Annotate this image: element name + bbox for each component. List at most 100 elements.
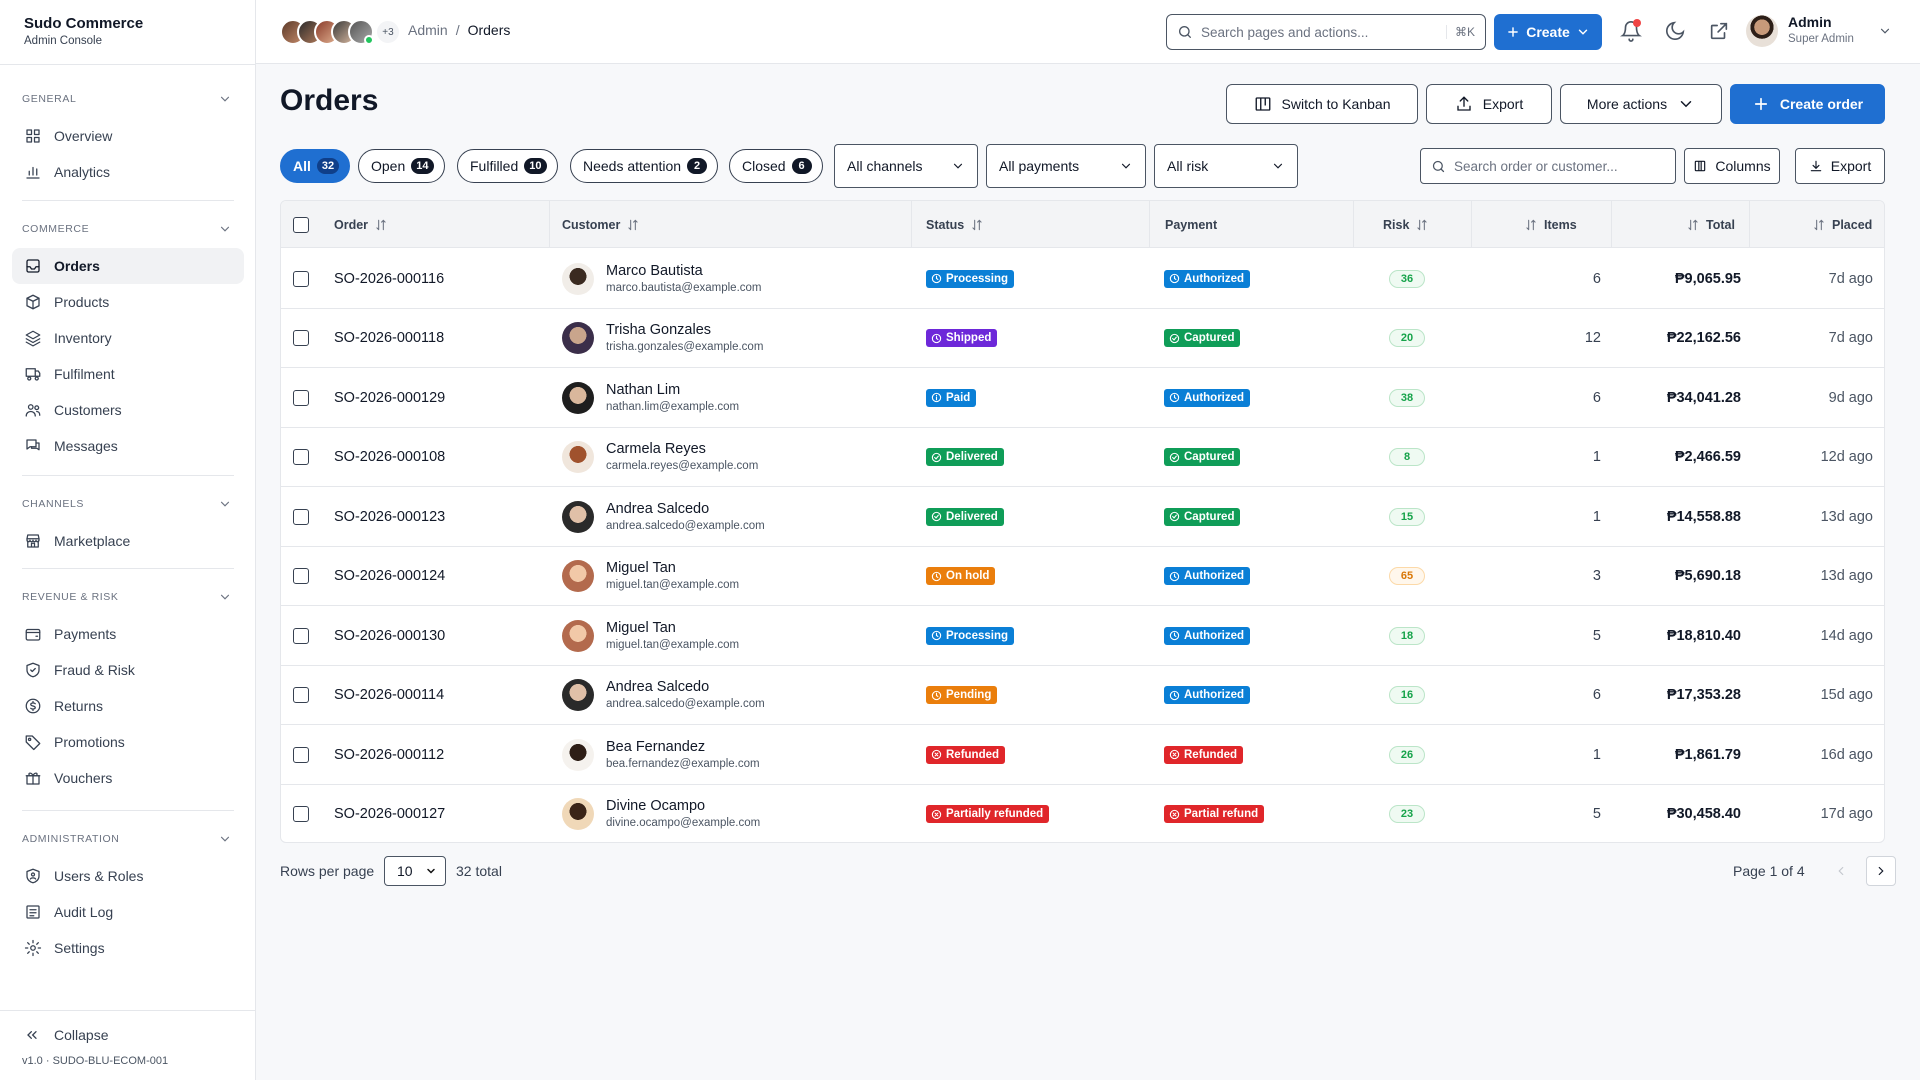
order-search-input[interactable] (1454, 158, 1665, 174)
sidebar-item-customers[interactable]: Customers (12, 392, 244, 428)
notifications-button[interactable] (1620, 19, 1642, 42)
sidebar-item-settings[interactable]: Settings (12, 930, 244, 966)
column-items[interactable]: Items (1524, 201, 1577, 248)
row-checkbox[interactable] (293, 508, 309, 525)
section-header[interactable]: CHANNELS (0, 485, 256, 523)
sidebar-item-promotions[interactable]: Promotions (12, 724, 244, 760)
row-checkbox[interactable] (293, 330, 309, 346)
column-customer[interactable]: Customer (562, 201, 640, 248)
order-id[interactable]: SO-2026-000116 (334, 271, 444, 287)
table-row[interactable]: SO-2026-000114 Andrea Salcedo andrea.salce… (281, 666, 1884, 725)
sidebar-item-audit-log[interactable]: Audit Log (12, 894, 244, 930)
filter-tab-fulfilled[interactable]: Fulfilled 10 (457, 149, 558, 183)
order-id[interactable]: SO-2026-000130 (334, 628, 445, 644)
row-checkbox[interactable] (293, 627, 309, 644)
global-search-input[interactable] (1201, 24, 1446, 40)
row-checkbox[interactable] (293, 389, 309, 406)
table-row[interactable]: SO-2026-000118 Trisha Gonzales trisha.gonz… (281, 309, 1884, 368)
order-id[interactable]: SO-2026-000127 (334, 806, 445, 822)
theme-toggle[interactable] (1664, 20, 1686, 42)
prev-page-button[interactable] (1826, 856, 1856, 886)
filter-tab-closed[interactable]: Closed 6 (729, 149, 823, 183)
order-id[interactable]: SO-2026-000123 (334, 509, 445, 525)
column-order[interactable]: Order (334, 201, 388, 248)
order-id[interactable]: SO-2026-000129 (334, 390, 445, 406)
customer[interactable]: Carmela Reyes carmela.reyes@example.com (562, 440, 758, 474)
risk-filter[interactable]: All risk (1154, 144, 1298, 188)
breadcrumb-admin[interactable]: Admin (408, 22, 448, 38)
sidebar-item-orders[interactable]: Orders (12, 248, 244, 284)
sidebar-item-overview[interactable]: Overview (12, 118, 244, 154)
customer[interactable]: Andrea Salcedo andrea.salcedo@example.com (562, 678, 765, 712)
table-row[interactable]: SO-2026-000108 Carmela Reyes carmela.reyes… (281, 428, 1884, 487)
customer[interactable]: Bea Fernandez bea.fernandez@example.com (562, 738, 760, 772)
order-id[interactable]: SO-2026-000124 (334, 568, 445, 584)
sidebar-item-fulfilment[interactable]: Fulfilment (12, 356, 244, 392)
channels-filter[interactable]: All channels (834, 144, 978, 188)
row-checkbox[interactable] (293, 449, 309, 465)
table-row[interactable]: SO-2026-000124 Miguel Tan miguel.tan@examp… (281, 547, 1884, 606)
customer[interactable]: Miguel Tan miguel.tan@example.com (562, 559, 739, 593)
row-checkbox[interactable] (293, 270, 309, 287)
table-row[interactable]: SO-2026-000130 Miguel Tan miguel.tan@examp… (281, 606, 1884, 666)
order-id[interactable]: SO-2026-000118 (334, 330, 444, 346)
order-id[interactable]: SO-2026-000112 (334, 747, 444, 763)
switch-to-kanban-button[interactable]: Switch to Kanban (1226, 84, 1418, 124)
section-header[interactable]: ADMINISTRATION (0, 820, 256, 858)
sidebar-item-returns[interactable]: Returns (12, 688, 244, 724)
table-row[interactable]: SO-2026-000129 Nathan Lim nathan.lim@examp… (281, 368, 1884, 428)
sidebar-item-messages[interactable]: Messages (12, 428, 244, 464)
row-checkbox[interactable] (293, 568, 309, 584)
open-external-button[interactable] (1708, 20, 1730, 42)
box-icon (26, 294, 40, 310)
table-row[interactable]: SO-2026-000127 Divine Ocampo divine.ocampo… (281, 785, 1884, 843)
global-search[interactable]: ⌘K (1166, 14, 1486, 50)
column-placed[interactable]: Placed (1812, 201, 1872, 248)
sidebar-item-analytics[interactable]: Analytics (12, 154, 244, 190)
payments-filter[interactable]: All payments (986, 144, 1146, 188)
table-row[interactable]: SO-2026-000123 Andrea Salcedo andrea.salce… (281, 487, 1884, 547)
table-row[interactable]: SO-2026-000116 Marco Bautista marco.bautis… (281, 249, 1884, 309)
customer[interactable]: Andrea Salcedo andrea.salcedo@example.com (562, 500, 765, 534)
order-id[interactable]: SO-2026-000108 (334, 449, 445, 465)
column-risk[interactable]: Risk (1383, 201, 1429, 248)
rows-per-page-select[interactable]: 10 (384, 856, 446, 886)
customer[interactable]: Nathan Lim nathan.lim@example.com (562, 381, 739, 415)
sidebar-item-inventory[interactable]: Inventory (12, 320, 244, 356)
sidebar-item-products[interactable]: Products (12, 284, 244, 320)
filter-tab-needs-attention[interactable]: Needs attention 2 (570, 149, 719, 183)
next-page-button[interactable] (1866, 856, 1896, 886)
select-all-checkbox[interactable] (293, 216, 309, 233)
collapse-button[interactable]: Collapse (0, 1025, 256, 1045)
sidebar-item-users-roles[interactable]: Users & Roles (12, 858, 244, 894)
order-id[interactable]: SO-2026-000114 (334, 687, 444, 703)
create-button[interactable]: Create (1494, 14, 1602, 50)
presence-avatars[interactable]: +3 (280, 19, 401, 45)
sidebar-item-vouchers[interactable]: Vouchers (12, 760, 244, 796)
table-export-button[interactable]: Export (1795, 148, 1885, 184)
section-header[interactable]: GENERAL (0, 80, 256, 118)
section-header[interactable]: REVENUE & RISK (0, 578, 256, 616)
sidebar-item-marketplace[interactable]: Marketplace (12, 523, 244, 559)
filter-tab-open[interactable]: Open 14 (358, 149, 445, 183)
row-checkbox[interactable] (293, 806, 309, 822)
column-total[interactable]: Total (1686, 201, 1735, 248)
export-button[interactable]: Export (1426, 84, 1552, 124)
columns-button[interactable]: Columns (1684, 148, 1780, 184)
sidebar-item-fraud-risk[interactable]: Fraud & Risk (12, 652, 244, 688)
user-menu[interactable]: Admin Super Admin (1746, 14, 1892, 47)
filter-tab-all[interactable]: All 32 (280, 149, 351, 183)
section-header[interactable]: COMMERCE (0, 210, 256, 248)
more-actions-button[interactable]: More actions (1560, 84, 1722, 124)
sidebar-item-payments[interactable]: Payments (12, 616, 244, 652)
customer[interactable]: Trisha Gonzales trisha.gonzales@example.c… (562, 321, 763, 355)
table-row[interactable]: SO-2026-000112 Bea Fernandez bea.fernandez… (281, 725, 1884, 785)
order-search[interactable] (1420, 148, 1676, 184)
column-status[interactable]: Status (926, 201, 984, 248)
create-order-button[interactable]: Create order (1730, 84, 1885, 124)
customer[interactable]: Miguel Tan miguel.tan@example.com (562, 619, 739, 653)
customer[interactable]: Marco Bautista marco.bautista@example.com (562, 262, 762, 296)
row-checkbox[interactable] (293, 687, 309, 703)
customer[interactable]: Divine Ocampo divine.ocampo@example.com (562, 797, 760, 831)
row-checkbox[interactable] (293, 746, 309, 763)
